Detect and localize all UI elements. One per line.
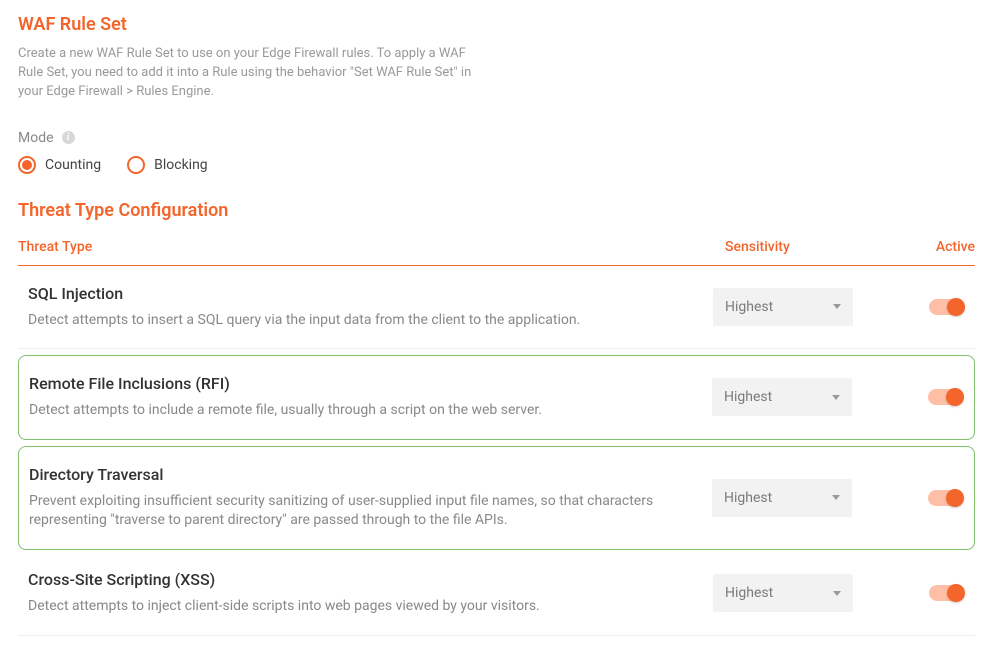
sensitivity-select[interactable]: Highest bbox=[712, 378, 852, 416]
radio-blocking[interactable]: Blocking bbox=[127, 156, 208, 174]
active-toggle[interactable] bbox=[929, 585, 963, 601]
threat-name: Cross-Site Scripting (XSS) bbox=[28, 570, 693, 589]
radio-blocking-label: Blocking bbox=[154, 157, 208, 173]
threat-desc: Detect attempts to include a remote file… bbox=[29, 401, 692, 421]
col-header-sensitivity: Sensitivity bbox=[725, 239, 905, 255]
table-header: Threat Type Sensitivity Active bbox=[18, 239, 975, 266]
threat-name: Directory Traversal bbox=[29, 465, 692, 484]
threat-desc: Detect attempts to insert a SQL query vi… bbox=[28, 311, 693, 331]
active-toggle[interactable] bbox=[928, 389, 962, 405]
chevron-down-icon bbox=[832, 495, 840, 500]
threat-row: Remote File Inclusions (RFI) Detect attem… bbox=[18, 355, 975, 440]
threat-row: SQL Injection Detect attempts to insert a… bbox=[18, 266, 975, 350]
threat-row: Cross-Site Scripting (XSS) Detect attempt… bbox=[18, 552, 975, 636]
radio-icon bbox=[127, 156, 145, 174]
info-icon[interactable]: i bbox=[62, 131, 75, 144]
section-title: Threat Type Configuration bbox=[18, 200, 975, 221]
threat-name: Remote File Inclusions (RFI) bbox=[29, 374, 692, 393]
chevron-down-icon bbox=[832, 395, 840, 400]
sensitivity-select[interactable]: Highest bbox=[712, 479, 852, 517]
radio-counting-label: Counting bbox=[45, 157, 101, 173]
page-description: Create a new WAF Rule Set to use on your… bbox=[18, 45, 488, 102]
sensitivity-select[interactable]: Highest bbox=[713, 288, 853, 326]
threat-list: SQL Injection Detect attempts to insert a… bbox=[18, 266, 975, 636]
col-header-threat: Threat Type bbox=[18, 239, 725, 255]
sensitivity-value: Highest bbox=[724, 389, 772, 405]
active-toggle[interactable] bbox=[928, 490, 962, 506]
mode-section: Mode i Counting Blocking bbox=[18, 130, 975, 174]
chevron-down-icon bbox=[833, 591, 841, 596]
sensitivity-value: Highest bbox=[725, 299, 773, 315]
threat-desc: Detect attempts to inject client-side sc… bbox=[28, 597, 693, 617]
mode-label: Mode bbox=[18, 130, 54, 146]
mode-radio-group: Counting Blocking bbox=[18, 156, 975, 174]
page-title: WAF Rule Set bbox=[18, 14, 975, 35]
col-header-active: Active bbox=[905, 239, 975, 255]
active-toggle[interactable] bbox=[929, 299, 963, 315]
sensitivity-value: Highest bbox=[724, 490, 772, 506]
threat-desc: Prevent exploiting insufficient security… bbox=[29, 492, 692, 531]
threat-row: Directory Traversal Prevent exploiting in… bbox=[18, 446, 975, 550]
radio-counting[interactable]: Counting bbox=[18, 156, 101, 174]
sensitivity-select[interactable]: Highest bbox=[713, 574, 853, 612]
threat-name: SQL Injection bbox=[28, 284, 693, 303]
radio-icon bbox=[18, 156, 36, 174]
sensitivity-value: Highest bbox=[725, 585, 773, 601]
chevron-down-icon bbox=[833, 304, 841, 309]
